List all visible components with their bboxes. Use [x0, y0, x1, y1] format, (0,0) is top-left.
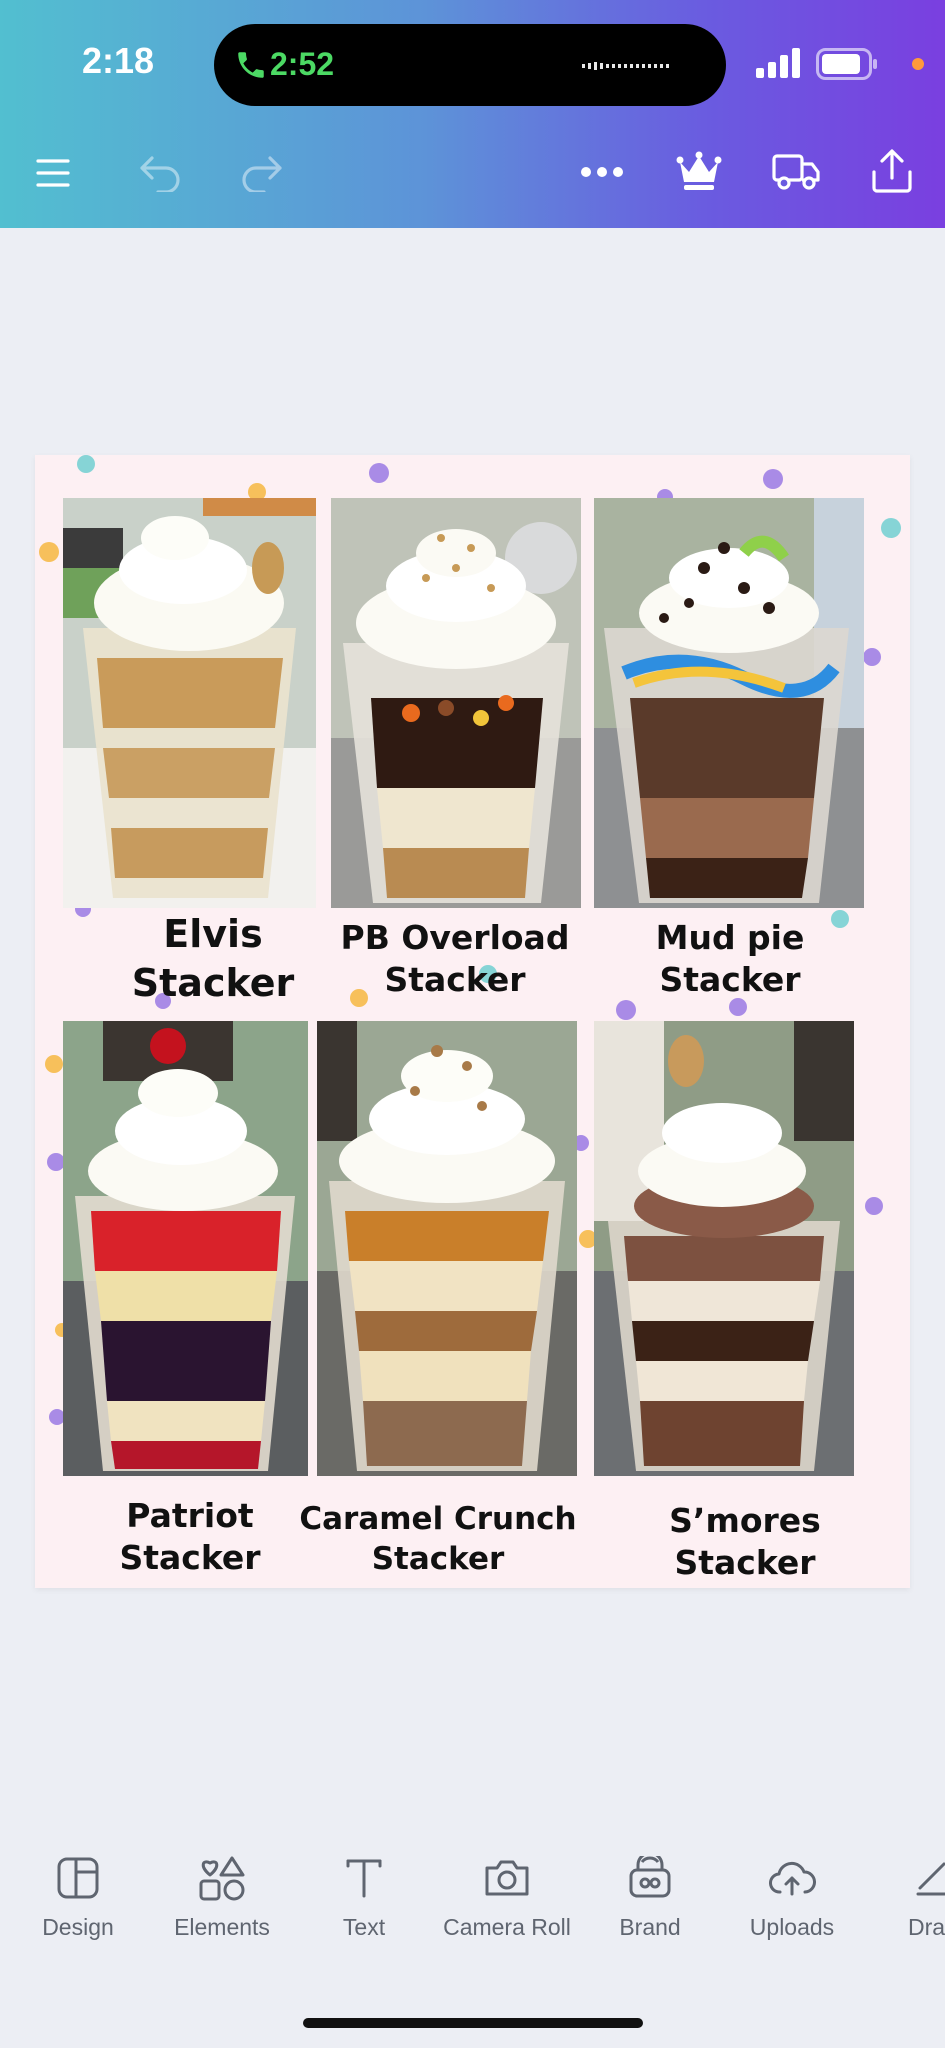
- design-page[interactable]: Elvis Stacker PB Overload Stacker Mud pi…: [35, 455, 910, 1588]
- caption-smores: S’mores Stacker: [669, 1501, 821, 1583]
- truck-icon[interactable]: [772, 152, 820, 192]
- confetti-dot: [763, 469, 783, 489]
- privacy-indicator-dot: [912, 58, 924, 70]
- call-duration: 2:52: [270, 46, 335, 82]
- confetti-dot: [369, 463, 389, 483]
- app-header: 2:18 2:52: [0, 0, 945, 228]
- tool-label: Camera Roll: [443, 1914, 571, 1940]
- shapes-icon: [199, 1856, 245, 1901]
- tool-design[interactable]: Design: [0, 1850, 158, 1960]
- confetti-dot: [865, 1197, 883, 1215]
- redo-icon[interactable]: [240, 152, 284, 192]
- tool-label: Design: [42, 1914, 114, 1940]
- tool-label: Brand: [619, 1914, 681, 1940]
- layout-icon: [57, 1857, 99, 1899]
- draw-icon: [916, 1862, 945, 1896]
- sundae-photo-elvis[interactable]: [63, 498, 316, 908]
- confetti-dot: [77, 455, 95, 473]
- tool-uploads[interactable]: Uploads: [712, 1850, 872, 1960]
- tool-label: Dra: [908, 1914, 945, 1940]
- tool-label: Elements: [174, 1914, 270, 1940]
- crown-icon[interactable]: [676, 150, 722, 192]
- confetti-dot: [616, 1000, 636, 1020]
- caption-caramel-crunch: Caramel Crunch Stacker: [299, 1501, 577, 1577]
- cellular-signal-icon: [756, 48, 800, 78]
- brand-icon: [629, 1856, 671, 1898]
- tool-text[interactable]: Text: [284, 1850, 444, 1960]
- sundae-photo-patriot[interactable]: [63, 1021, 308, 1476]
- upload-cloud-icon: [769, 1861, 816, 1896]
- active-call-pill[interactable]: 2:52: [214, 24, 726, 106]
- editor-bottom-toolbar: Design Elements Text Camera Roll Brand U…: [0, 1830, 945, 1970]
- text-icon: [346, 1859, 382, 1898]
- caption-pb-overload: PB Overload Stacker: [340, 918, 570, 1000]
- confetti-dot: [881, 518, 901, 538]
- status-time: 2:18: [82, 40, 155, 81]
- sundae-photo-pb-overload[interactable]: [331, 498, 581, 908]
- more-icon[interactable]: [580, 166, 624, 178]
- tool-camera-roll[interactable]: Camera Roll: [427, 1850, 587, 1960]
- camera-icon: [485, 1860, 529, 1896]
- sundae-photo-mud-pie[interactable]: [594, 498, 864, 908]
- confetti-dot: [39, 542, 59, 562]
- undo-icon[interactable]: [138, 152, 182, 192]
- confetti-dot: [45, 1055, 63, 1073]
- sundae-photo-smores[interactable]: [594, 1021, 854, 1476]
- confetti-dot: [863, 648, 881, 666]
- audio-waveform-icon: [582, 62, 669, 70]
- tool-label: Text: [342, 1914, 386, 1940]
- tool-draw[interactable]: Dra: [856, 1850, 945, 1960]
- caption-patriot: Patriot Stacker: [119, 1496, 261, 1578]
- tool-elements[interactable]: Elements: [142, 1850, 302, 1960]
- tool-label: Uploads: [749, 1914, 835, 1940]
- menu-icon[interactable]: [36, 158, 70, 188]
- sundae-photo-caramel-crunch[interactable]: [317, 1021, 577, 1476]
- tool-brand[interactable]: Brand: [570, 1850, 730, 1960]
- caption-mud-pie: Mud pie Stacker: [655, 918, 805, 1000]
- battery-icon: [816, 48, 877, 80]
- home-indicator[interactable]: [303, 2018, 643, 2028]
- share-icon[interactable]: [870, 148, 914, 194]
- phone-icon: [238, 52, 264, 78]
